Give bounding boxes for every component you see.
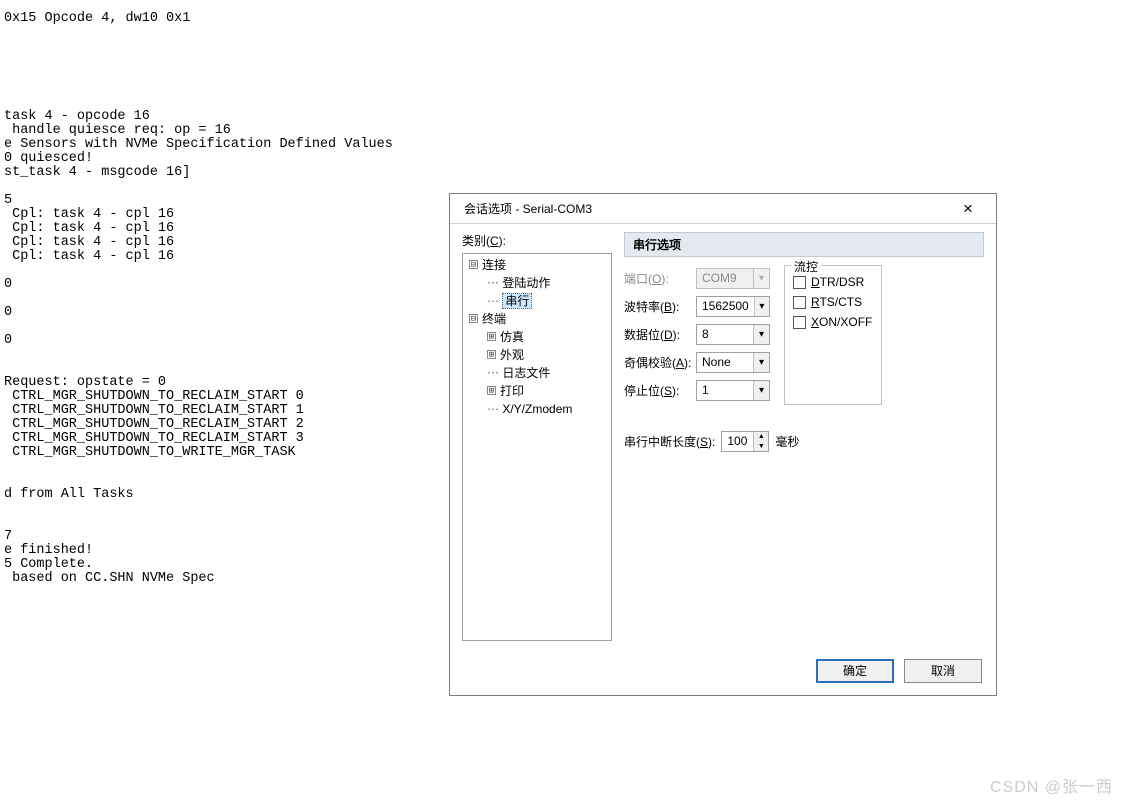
ok-button[interactable]: 确定 [816,659,894,683]
tree-node-xyzmodem[interactable]: ⋯ X/Y/Zmodem [465,400,609,418]
chevron-down-icon[interactable]: ▾ [753,353,769,372]
tree-node-terminal[interactable]: ⊟终端 [465,310,609,328]
tree-node-connection[interactable]: ⊟连接 [465,256,609,274]
watermark: CSDN @张一西 [990,773,1113,797]
parity-label: 奇偶校验(A): [624,354,696,371]
baud-combo[interactable]: 1562500▾ [696,296,770,317]
checkbox-icon[interactable] [793,296,806,309]
checkbox-icon[interactable] [793,316,806,329]
parity-combo[interactable]: None▾ [696,352,770,373]
dialog-titlebar: 会话选项 - Serial-COM3 × [450,194,996,224]
break-length-unit: 毫秒 [775,433,799,450]
flow-control-group: 流控 DTR/DSR RTS/CTS XON/XOFF [784,265,882,405]
spinner-up-icon[interactable]: ▲ [754,432,768,442]
cancel-button[interactable]: 取消 [904,659,982,683]
baud-label: 波特率(B): [624,298,696,315]
chevron-down-icon[interactable]: ▾ [754,297,769,316]
flow-control-legend: 流控 [791,258,821,275]
chevron-down-icon[interactable]: ▾ [753,325,769,344]
break-length-spinner[interactable]: 100 ▲▼ [721,431,769,452]
tree-node-serial[interactable]: ⋯ 串行 [465,292,609,310]
chevron-down-icon: ▾ [753,269,769,288]
close-icon[interactable]: × [948,200,988,217]
chevron-down-icon[interactable]: ▾ [753,381,769,400]
tree-node-login-actions[interactable]: ⋯ 登陆动作 [465,274,609,292]
tree-node-logfile[interactable]: ⋯ 日志文件 [465,364,609,382]
rts-cts-option[interactable]: RTS/CTS [793,292,873,312]
port-combo: COM9▾ [696,268,770,289]
session-options-dialog: 会话选项 - Serial-COM3 × 类别(C): ⊟连接 ⋯ 登陆动作 ⋯… [449,193,997,696]
tree-node-appearance[interactable]: ⊞外观 [465,346,609,364]
checkbox-icon[interactable] [793,276,806,289]
serial-options-header: 串行选项 [624,232,984,257]
dialog-title: 会话选项 - Serial-COM3 [464,200,948,217]
dtr-dsr-option[interactable]: DTR/DSR [793,272,873,292]
category-tree[interactable]: ⊟连接 ⋯ 登陆动作 ⋯ 串行 ⊟终端 ⊞仿真 ⊞外观 ⋯ 日志文件 ⊞打印 ⋯… [462,253,612,641]
stop-bits-label: 停止位(S): [624,382,696,399]
category-label: 类别(C): [462,232,612,249]
stop-bits-combo[interactable]: 1▾ [696,380,770,401]
break-length-label: 串行中断长度(S): [624,433,715,450]
tree-node-emulation[interactable]: ⊞仿真 [465,328,609,346]
data-bits-label: 数据位(D): [624,326,696,343]
data-bits-combo[interactable]: 8▾ [696,324,770,345]
port-label: 端口(O): [624,270,696,287]
spinner-down-icon[interactable]: ▼ [754,442,768,452]
tree-node-print[interactable]: ⊞打印 [465,382,609,400]
xon-xoff-option[interactable]: XON/XOFF [793,312,873,332]
